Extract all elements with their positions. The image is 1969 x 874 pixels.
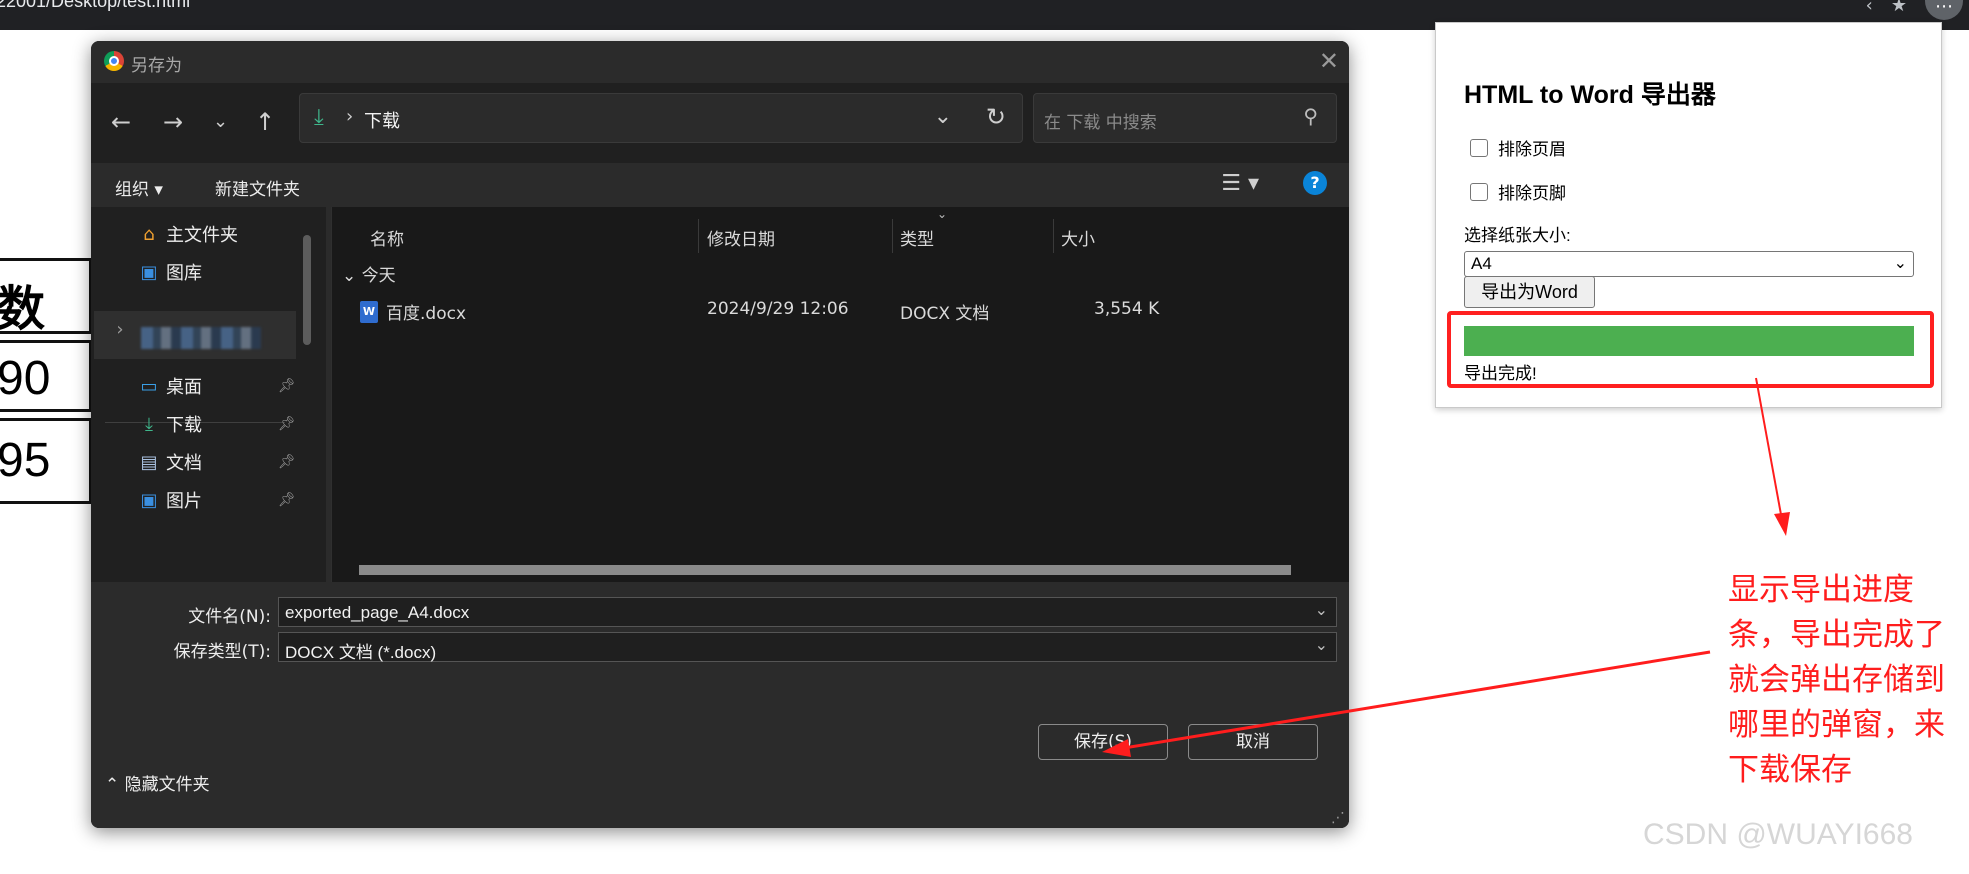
annotation-arrows bbox=[1102, 377, 1790, 757]
arrow-head-left bbox=[1102, 739, 1131, 757]
arrow-line-down bbox=[1755, 377, 1783, 521]
arrow-head-down bbox=[1774, 512, 1790, 536]
annotation-text: 显示导出进度条，导出完成了就会弹出存储到哪里的弹窗，来下载保存 bbox=[1728, 572, 1945, 788]
watermark: CSDN @WUAYI668 bbox=[1643, 818, 1913, 851]
arrow-line-left bbox=[1123, 650, 1711, 750]
